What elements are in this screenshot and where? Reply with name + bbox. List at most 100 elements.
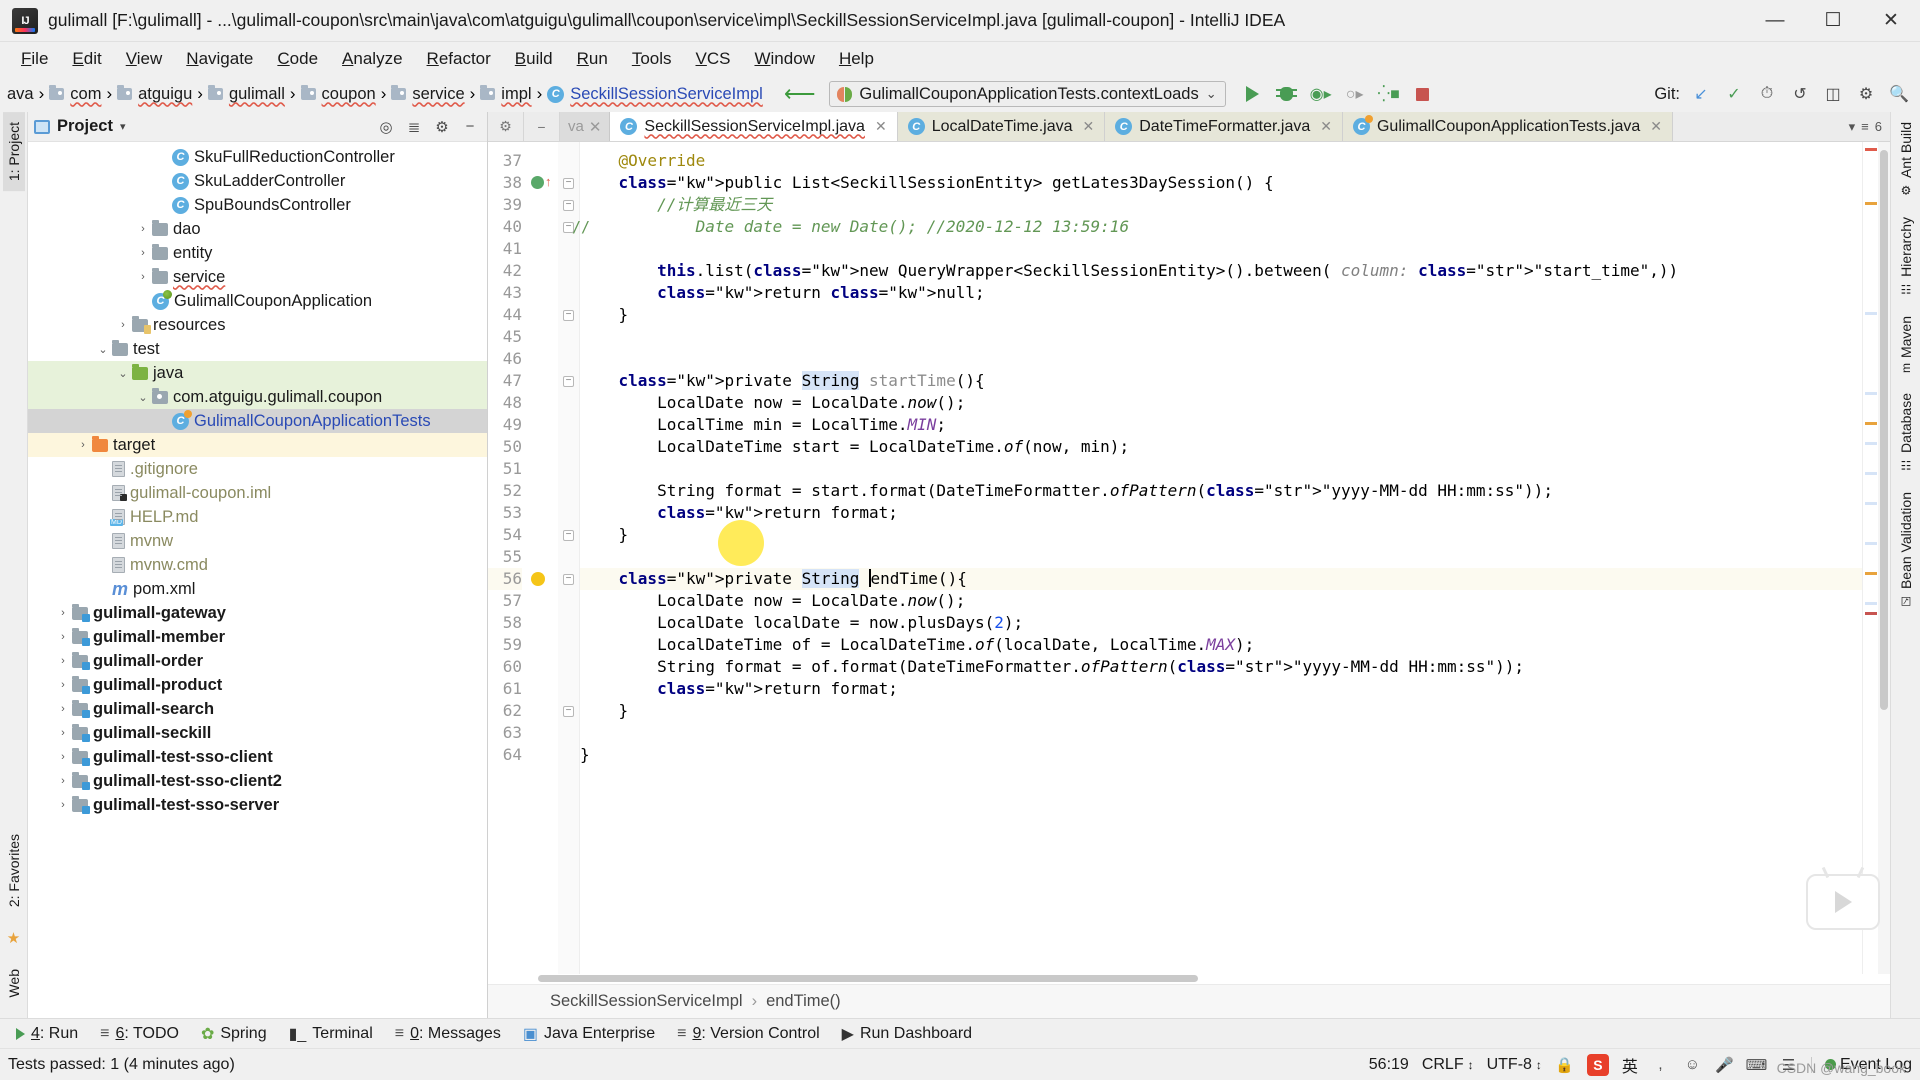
fold-slot[interactable] [558, 260, 579, 282]
maximize-button[interactable]: ☐ [1804, 0, 1862, 42]
tool-window-java-enterprise[interactable]: ▣ Java Enterprise [513, 1022, 665, 1046]
close-icon[interactable]: ✕ [1083, 118, 1095, 135]
file-encoding[interactable]: UTF-8 ↕ [1487, 1056, 1542, 1074]
comma-icon[interactable]: , [1651, 1055, 1670, 1074]
sidebar-item-web[interactable]: Web [3, 959, 25, 1008]
fold-slot[interactable]: − [558, 172, 579, 194]
tree-expand-arrow[interactable]: › [54, 751, 72, 763]
tool-window-spring[interactable]: ✿ Spring [191, 1022, 277, 1046]
project-tree[interactable]: C SkuFullReductionController C SkuLadderCon… [28, 142, 487, 1018]
close-icon[interactable]: ✕ [1320, 118, 1332, 135]
history-icon[interactable]: ⏱ [1752, 80, 1782, 108]
error-stripe-mark[interactable] [1865, 148, 1877, 151]
menu-item-code[interactable]: Code [266, 46, 329, 72]
tool-window-version-control[interactable]: ≡ 9: Version Control [667, 1023, 830, 1045]
code-folding-gutter[interactable]: − − −// − − − − − [558, 142, 590, 974]
gutter-slot[interactable] [528, 194, 558, 216]
code-line[interactable]: } [580, 700, 1862, 722]
close-icon[interactable]: ✕ [589, 118, 602, 136]
breadcrumb-item-service[interactable]: service [386, 85, 469, 104]
chevron-down-icon[interactable]: ▾ [1849, 119, 1856, 135]
fold-slot[interactable] [558, 238, 579, 260]
gutter-slot[interactable] [528, 238, 558, 260]
tree-item[interactable]: ⌄ java [28, 361, 487, 385]
search-icon[interactable]: 🔍 [1884, 80, 1914, 108]
breadcrumb-item-seckillsessionserviceimpl[interactable]: C SeckillSessionServiceImpl [542, 85, 768, 104]
list-icon[interactable]: ≡ [1861, 119, 1869, 134]
gutter-slot[interactable] [528, 392, 558, 414]
expand-collapse-icon[interactable]: ≣ [405, 118, 423, 136]
code-line[interactable]: Date date = new Date(); //2020-12-12 13:… [580, 216, 1862, 238]
menu-item-run[interactable]: Run [566, 46, 619, 72]
sidebar-item-project[interactable]: 1: Project [2, 112, 25, 192]
gutter-slot[interactable] [528, 480, 558, 502]
tree-expand-arrow[interactable]: › [134, 271, 152, 283]
breadcrumb-item-ava[interactable]: ava [2, 85, 39, 104]
tool-window-todo[interactable]: ≡ 6: TODO [90, 1023, 189, 1045]
tab-overflow[interactable]: ▾ ≡ 6 [1841, 112, 1890, 141]
code-editor[interactable]: 37 38 39 40 41 42 43 44 45 46 47 48 49 50 51 52 53 54 55 56… [488, 142, 1890, 974]
tree-item[interactable]: C SkuLadderController [28, 169, 487, 193]
keyboard-icon[interactable]: ⌨ [1746, 1055, 1768, 1074]
error-stripe-mark[interactable] [1865, 542, 1877, 545]
tree-item[interactable]: › target [28, 433, 487, 457]
error-stripe-mark[interactable] [1865, 572, 1877, 575]
close-icon[interactable]: ✕ [875, 118, 887, 135]
breadcrumb-item-impl[interactable]: impl [475, 85, 536, 104]
minimize-button[interactable]: — [1746, 0, 1804, 42]
gutter-slot[interactable]: ↑ [528, 172, 558, 194]
gutter-slot[interactable] [528, 722, 558, 744]
update-project-icon[interactable]: ↙ [1686, 80, 1716, 108]
chevron-down-icon[interactable]: ▾ [120, 120, 126, 133]
right-rail-item-hierarchy[interactable]: ☷ Hierarchy [1895, 207, 1917, 306]
gutter-slot[interactable] [528, 678, 558, 700]
code-line[interactable]: class="kw">return class="kw">null; [580, 282, 1862, 304]
tree-expand-arrow[interactable]: › [54, 679, 72, 691]
fold-toggle-icon[interactable]: − [563, 199, 574, 211]
gutter-slot[interactable] [528, 260, 558, 282]
menu-item-vcs[interactable]: VCS [685, 46, 742, 72]
gutter-slot[interactable] [528, 436, 558, 458]
code-line[interactable]: LocalTime min = LocalTime.MIN; [580, 414, 1862, 436]
error-stripe-mark[interactable] [1865, 312, 1877, 315]
mic-icon[interactable]: 🎤 [1715, 1055, 1734, 1074]
menu-item-refactor[interactable]: Refactor [416, 46, 502, 72]
tree-item[interactable]: › gulimall-member [28, 625, 487, 649]
fold-slot[interactable]: − [558, 370, 579, 392]
menu-item-edit[interactable]: Edit [61, 46, 112, 72]
lock-icon[interactable]: 🔒 [1555, 1055, 1574, 1074]
fold-toggle-icon[interactable]: − [563, 705, 574, 717]
hide-icon[interactable]: − [461, 118, 479, 135]
fold-slot[interactable] [558, 348, 579, 370]
gutter-slot[interactable] [528, 700, 558, 722]
gutter-slot[interactable] [528, 150, 558, 172]
code-line[interactable]: LocalDateTime of = LocalDateTime.of(loca… [580, 634, 1862, 656]
code-line[interactable]: class="kw">public List<SeckillSessionEnt… [580, 172, 1862, 194]
tree-expand-arrow[interactable]: › [74, 439, 92, 451]
tree-item[interactable]: C SpuBoundsController [28, 193, 487, 217]
code-line[interactable]: class="kw">return format; [580, 678, 1862, 700]
code-line[interactable] [580, 326, 1862, 348]
tree-expand-arrow[interactable]: › [114, 319, 132, 331]
close-icon[interactable]: ✕ [1650, 118, 1662, 135]
tree-item[interactable]: › gulimall-test-sso-server [28, 793, 487, 817]
tab-localdatetime[interactable]: C LocalDateTime.java ✕ [897, 112, 1106, 141]
error-stripe-mark[interactable] [1865, 612, 1877, 615]
gutter-slot[interactable] [528, 568, 558, 590]
fold-slot[interactable] [558, 546, 579, 568]
fold-slot[interactable]: − [558, 304, 579, 326]
tree-expand-arrow[interactable]: › [134, 223, 152, 235]
tree-item[interactable]: mvnw [28, 529, 487, 553]
code-line[interactable]: class="kw">return format; [580, 502, 1862, 524]
run-with-coverage-icon[interactable]: ◉▸ [1306, 80, 1336, 108]
fold-slot[interactable] [558, 480, 579, 502]
code-line[interactable]: LocalDate localDate = now.plusDays(2); [580, 612, 1862, 634]
tree-item[interactable]: gulimall-coupon.iml [28, 481, 487, 505]
fold-slot[interactable]: − [558, 194, 579, 216]
fold-slot[interactable] [558, 392, 579, 414]
smiley-icon[interactable]: ☺ [1683, 1055, 1702, 1074]
code-line[interactable]: @Override [580, 150, 1862, 172]
gutter-slot[interactable] [528, 282, 558, 304]
editor-breadcrumb-item[interactable]: SeckillSessionServiceImpl [550, 992, 743, 1011]
breadcrumb-item-gulimall[interactable]: gulimall [203, 85, 290, 104]
